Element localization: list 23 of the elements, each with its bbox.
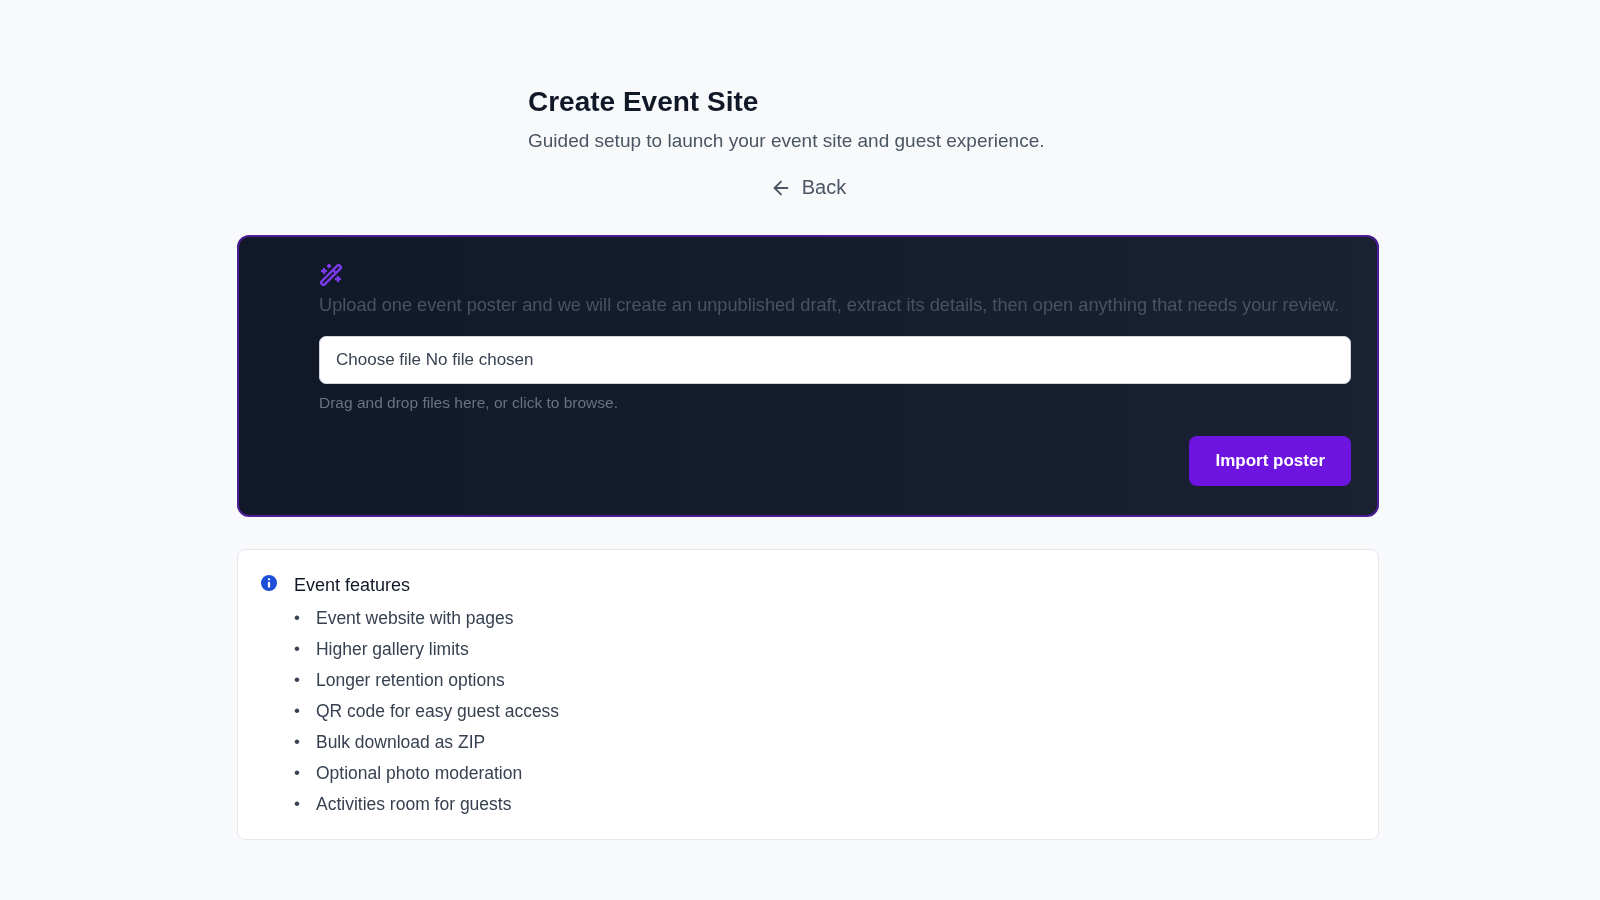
upload-hint: Drag and drop files here, or click to browse. <box>319 394 619 412</box>
magic-wand-icon <box>319 263 343 287</box>
feature-item: Bulk download as ZIP <box>315 730 486 753</box>
bullet: • <box>294 669 300 690</box>
feature-item: Longer retention options <box>315 668 505 691</box>
info-icon <box>258 572 280 594</box>
import-poster-button[interactable]: Import poster <box>1189 436 1351 486</box>
back-link[interactable]: Back <box>769 176 847 199</box>
page-subtitle: Guided setup to launch your event site and guest experience. <box>528 130 1046 152</box>
bullet: • <box>294 731 300 752</box>
feature-item: Activities room for guests <box>315 792 512 815</box>
bullet: • <box>294 700 300 721</box>
feature-item: Optional photo moderation <box>315 761 523 784</box>
features-title: Event features <box>294 575 412 596</box>
bullet: • <box>294 762 300 783</box>
file-input[interactable]: Choose file No file chosen <box>319 336 1351 384</box>
bullet: • <box>294 638 300 659</box>
feature-item: Higher gallery limits <box>315 637 469 660</box>
page-title: Create Event Site <box>528 86 760 118</box>
feature-item: QR code for easy guest access <box>315 699 560 722</box>
feature-item: Event website with pages <box>315 606 514 629</box>
bullet: • <box>294 793 300 814</box>
bullet: • <box>294 607 300 628</box>
